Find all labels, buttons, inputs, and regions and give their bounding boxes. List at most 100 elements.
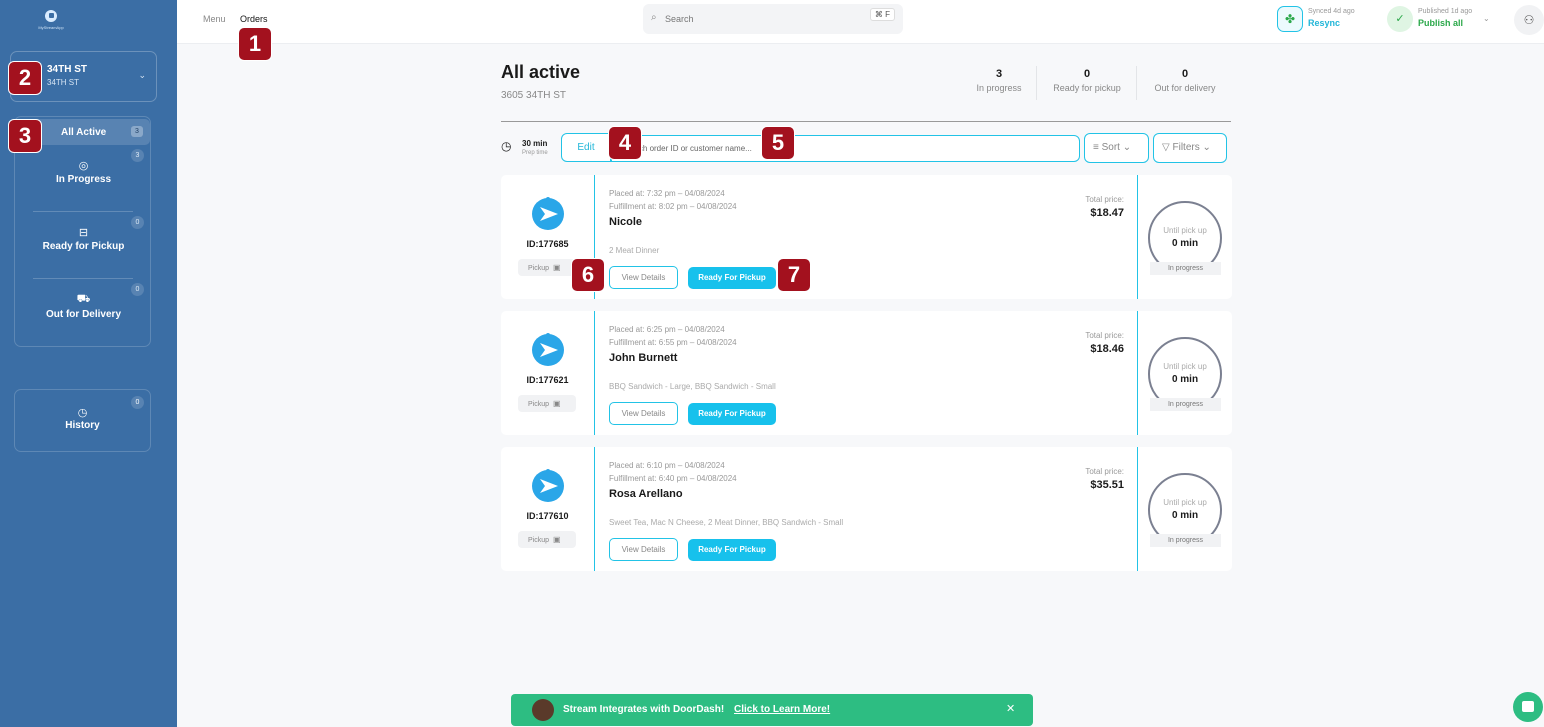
stat-ready-for-pickup: 0 Ready for pickup (1045, 68, 1129, 93)
ready-for-pickup-button[interactable]: Ready For Pickup (688, 403, 776, 425)
location-sub: 34TH ST (47, 78, 80, 87)
sort-icon: ≡ (1093, 142, 1099, 153)
stat-value: 0 (1083, 68, 1091, 80)
placed-time: Placed at: 6:25 pm – 04/08/2024 (609, 325, 725, 334)
brand-icon (532, 197, 564, 230)
sidebar-item-out-for-delivery[interactable]: ⛟ Out for Delivery 0 (17, 281, 150, 343)
chevron-down-icon[interactable]: ⌄ (1483, 14, 1490, 23)
learn-more-link[interactable]: Click to Learn More! (734, 704, 830, 715)
timer-value: 0 min (1171, 510, 1199, 521)
divider (501, 121, 1231, 122)
sidebar-item-label: Out for Delivery (45, 309, 122, 320)
chat-icon[interactable] (1513, 692, 1543, 722)
filters-label: Filters (1172, 142, 1200, 153)
logo-text: MyStreamApp (38, 25, 64, 30)
publish-status: Published 1d ago (1418, 8, 1473, 15)
count-badge: 0 (131, 396, 144, 409)
sort-label: Sort (1101, 142, 1120, 153)
resync-button[interactable]: Resync (1308, 18, 1340, 28)
filters-button[interactable]: ▽ Filters ⌄ (1153, 133, 1227, 163)
order-type-badge: Pickup ▣ (518, 395, 576, 412)
stat-label: Out for delivery (1154, 83, 1216, 93)
publish-all-button[interactable]: Publish all (1418, 18, 1463, 28)
edit-prep-time-button[interactable]: Edit (561, 133, 611, 162)
fulfillment-time: Fulfillment at: 6:55 pm – 04/08/2024 (609, 338, 737, 347)
fulfillment-time: Fulfillment at: 8:02 pm – 04/08/2024 (609, 202, 737, 211)
count-badge: 0 (131, 216, 144, 229)
chevron-down-icon: ⌄ (138, 70, 146, 80)
clock-icon: ◷ (77, 407, 88, 419)
close-icon[interactable]: ✕ (1006, 702, 1015, 715)
view-details-button[interactable]: View Details (609, 266, 678, 289)
view-details-button[interactable]: View Details (609, 402, 678, 425)
chevron-down-icon: ⌄ (1202, 142, 1211, 153)
check-icon: ✓ (1387, 6, 1413, 32)
total-price: $18.47 (1090, 207, 1124, 219)
divider (594, 447, 595, 571)
app-logo[interactable]: MyStreamApp (34, 10, 68, 32)
divider (1137, 447, 1138, 571)
top-bar: Menu Orders ⌕ Search ⌘ F ✤ Synced 4d ago… (177, 0, 1544, 44)
sort-button[interactable]: ≡ Sort ⌄ (1084, 133, 1149, 163)
view-details-button[interactable]: View Details (609, 538, 678, 561)
stat-label: Ready for pickup (1053, 83, 1121, 93)
page-title: All active (501, 62, 581, 82)
sidebar-item-in-progress[interactable]: ◎ In Progress 3 (17, 147, 150, 209)
customer-name: Nicole (609, 216, 643, 228)
chevron-down-icon: ⌄ (1122, 142, 1132, 153)
timer-value: 0 min (1171, 374, 1199, 385)
divider (33, 211, 133, 212)
truck-icon: ⛟ (76, 293, 91, 305)
clover-icon[interactable]: ✤ (1277, 6, 1303, 32)
shortcut-hint: ⌘ F (869, 8, 895, 21)
count-badge: 3 (131, 126, 143, 137)
stat-label: In progress (976, 83, 1022, 93)
sidebar-item-ready-for-pickup[interactable]: ⊟ Ready for Pickup 0 (17, 214, 150, 276)
sidebar-item-history[interactable]: ◷ History 0 (14, 389, 151, 452)
bag-icon: ▣ (553, 263, 561, 272)
total-price: $35.51 (1090, 479, 1124, 491)
ready-for-pickup-button[interactable]: Ready For Pickup (688, 267, 776, 289)
timer-label: Until pick up (1163, 226, 1207, 235)
order-type: Pickup (528, 401, 550, 408)
stat-value: 0 (1181, 68, 1189, 80)
promo-banner: Stream Integrates with DoorDash! Click t… (511, 694, 1033, 726)
annotation-badge: 5 (762, 127, 794, 159)
location-name: 34TH ST (47, 64, 88, 75)
annotation-badge: 6 (572, 259, 604, 291)
order-card: ID:177685 Pickup ▣ Placed at: 7:32 pm – 0… (501, 175, 1232, 299)
divider (1137, 311, 1138, 435)
timer-value: 0 min (1171, 238, 1199, 249)
divider (1137, 175, 1138, 299)
divider (1136, 66, 1137, 100)
user-icon[interactable]: ⚇ (1514, 5, 1544, 35)
store-address: 3605 34TH ST (501, 90, 567, 101)
bag-icon: ▣ (553, 399, 561, 408)
order-card: ID:177610 Pickup ▣ Placed at: 6:10 pm – 0… (501, 447, 1232, 571)
order-type: Pickup (528, 265, 550, 272)
pot-icon: ◎ (78, 160, 89, 172)
sidebar-item-label: All Active (61, 127, 107, 138)
search-placeholder: Search (665, 14, 694, 24)
global-search[interactable]: ⌕ Search ⌘ F (643, 4, 903, 34)
divider (1036, 66, 1037, 100)
fulfillment-time: Fulfillment at: 6:40 pm – 04/08/2024 (609, 474, 737, 483)
order-search-input[interactable]: Search order ID or customer name... (611, 135, 1080, 162)
clock-icon: ◷ (501, 139, 512, 153)
annotation-badge: 7 (778, 259, 810, 291)
search-icon: ⌕ (651, 12, 657, 23)
sidebar-item-label: Ready for Pickup (42, 241, 125, 252)
banner-message: Stream Integrates with DoorDash! (563, 704, 725, 715)
total-price-label: Total price: (1085, 195, 1124, 204)
sidebar: MyStreamApp 34TH ST 34TH ST ⌄ All Active… (0, 0, 177, 727)
total-price-label: Total price: (1085, 331, 1124, 340)
order-type-badge: Pickup ▣ (518, 531, 576, 548)
timer-label: Until pick up (1163, 498, 1207, 507)
tab-menu[interactable]: Menu (203, 14, 226, 24)
placed-time: Placed at: 7:32 pm – 04/08/2024 (609, 189, 725, 198)
tab-orders[interactable]: Orders (240, 14, 268, 24)
ready-for-pickup-button[interactable]: Ready For Pickup (688, 539, 776, 561)
annotation-badge: 1 (239, 28, 271, 60)
timer-label: Until pick up (1163, 362, 1207, 371)
brand-icon (532, 469, 564, 502)
